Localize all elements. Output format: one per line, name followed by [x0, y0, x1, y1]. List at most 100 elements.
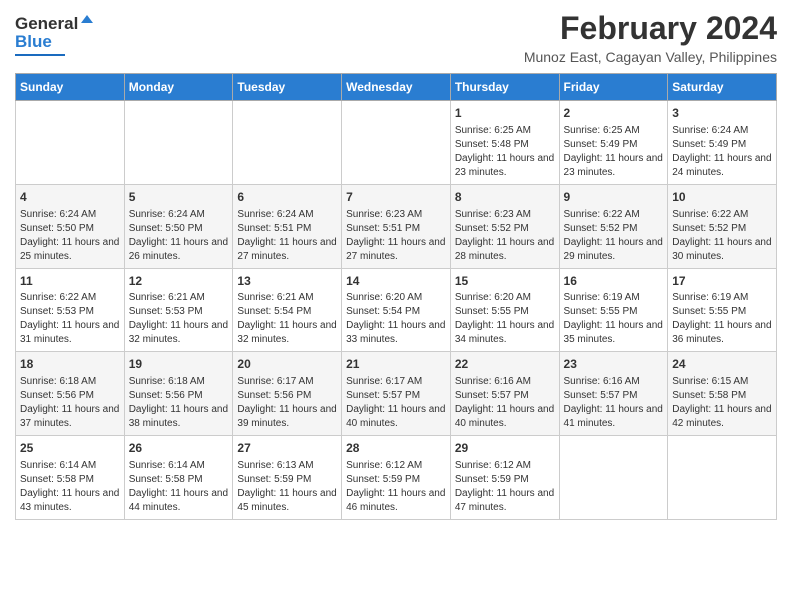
day-detail: Sunset: 5:49 PM: [672, 138, 772, 152]
calendar-week-3: 11Sunrise: 6:22 AMSunset: 5:53 PMDayligh…: [16, 268, 777, 352]
day-detail: Sunrise: 6:17 AM: [237, 375, 337, 389]
day-detail: Sunrise: 6:16 AM: [564, 375, 664, 389]
day-detail: Daylight: 11 hours and 34 minutes.: [455, 319, 555, 347]
calendar-cell: [668, 436, 777, 520]
day-number: 6: [237, 189, 337, 206]
day-detail: Sunset: 5:50 PM: [129, 222, 229, 236]
day-detail: Daylight: 11 hours and 31 minutes.: [20, 319, 120, 347]
day-detail: Daylight: 11 hours and 27 minutes.: [237, 236, 337, 264]
day-detail: Daylight: 11 hours and 30 minutes.: [672, 236, 772, 264]
day-detail: Sunset: 5:52 PM: [672, 222, 772, 236]
day-number: 4: [20, 189, 120, 206]
day-number: 18: [20, 356, 120, 373]
day-number: 2: [564, 105, 664, 122]
calendar-cell: 21 Sunrise: 6:17 AMSunset: 5:57 PMDayligh…: [342, 352, 451, 436]
day-number: 22: [455, 356, 555, 373]
calendar-cell: 4Sunrise: 6:24 AMSunset: 5:50 PMDaylight…: [16, 184, 125, 268]
day-detail: Sunrise: 6:17 AM: [346, 375, 446, 389]
day-detail: Daylight: 11 hours and 29 minutes.: [564, 236, 664, 264]
day-detail: Daylight: 11 hours and 47 minutes.: [455, 487, 555, 515]
day-detail: Daylight: 11 hours and 25 minutes.: [20, 236, 120, 264]
day-number: 21: [346, 356, 446, 373]
day-detail: Sunset: 5:54 PM: [237, 305, 337, 319]
calendar-cell: 10 Sunrise: 6:22 AMSunset: 5:52 PMDayligh…: [668, 184, 777, 268]
logo-general: General: [15, 14, 78, 34]
day-detail: Sunrise: 6:14 AM: [129, 459, 229, 473]
day-detail: Daylight: 11 hours and 35 minutes.: [564, 319, 664, 347]
calendar-cell: 2 Sunrise: 6:25 AMSunset: 5:49 PMDaylight…: [559, 101, 668, 185]
day-detail: Sunrise: 6:18 AM: [129, 375, 229, 389]
day-detail: Sunrise: 6:25 AM: [564, 124, 664, 138]
day-number: 8: [455, 189, 555, 206]
day-detail: Sunset: 5:58 PM: [672, 389, 772, 403]
day-detail: Daylight: 11 hours and 23 minutes.: [455, 152, 555, 180]
day-number: 12: [129, 273, 229, 290]
day-detail: Daylight: 11 hours and 38 minutes.: [129, 403, 229, 431]
day-detail: Sunrise: 6:24 AM: [672, 124, 772, 138]
day-number: 13: [237, 273, 337, 290]
day-detail: Sunset: 5:57 PM: [564, 389, 664, 403]
day-detail: Daylight: 11 hours and 40 minutes.: [455, 403, 555, 431]
day-detail: Daylight: 11 hours and 42 minutes.: [672, 403, 772, 431]
day-number: 14: [346, 273, 446, 290]
page-subtitle: Munoz East, Cagayan Valley, Philippines: [524, 49, 777, 65]
calendar-cell: 18Sunrise: 6:18 AMSunset: 5:56 PMDayligh…: [16, 352, 125, 436]
day-number: 20: [237, 356, 337, 373]
day-number: 10: [672, 189, 772, 206]
day-header-sunday: Sunday: [16, 74, 125, 101]
day-header-thursday: Thursday: [450, 74, 559, 101]
day-number: 24: [672, 356, 772, 373]
day-detail: Daylight: 11 hours and 32 minutes.: [237, 319, 337, 347]
day-number: 17: [672, 273, 772, 290]
day-number: 11: [20, 273, 120, 290]
day-detail: Sunrise: 6:18 AM: [20, 375, 120, 389]
day-detail: Daylight: 11 hours and 37 minutes.: [20, 403, 120, 431]
calendar-cell: 6Sunrise: 6:24 AMSunset: 5:51 PMDaylight…: [233, 184, 342, 268]
calendar-cell: 28Sunrise: 6:12 AMSunset: 5:59 PMDayligh…: [342, 436, 451, 520]
logo: General Blue: [15, 14, 95, 56]
day-detail: Sunset: 5:52 PM: [455, 222, 555, 236]
calendar-week-2: 4Sunrise: 6:24 AMSunset: 5:50 PMDaylight…: [16, 184, 777, 268]
day-detail: Sunset: 5:59 PM: [346, 473, 446, 487]
day-detail: Sunset: 5:49 PM: [564, 138, 664, 152]
day-detail: Sunrise: 6:22 AM: [672, 208, 772, 222]
calendar-cell: 24 Sunrise: 6:15 AMSunset: 5:58 PMDayligh…: [668, 352, 777, 436]
day-number: 29: [455, 440, 555, 457]
day-detail: Sunrise: 6:22 AM: [20, 291, 120, 305]
day-detail: Sunrise: 6:19 AM: [672, 291, 772, 305]
page-title: February 2024: [524, 10, 777, 47]
day-number: 1: [455, 105, 555, 122]
day-detail: Sunrise: 6:12 AM: [346, 459, 446, 473]
day-detail: Sunset: 5:57 PM: [346, 389, 446, 403]
day-detail: Sunset: 5:53 PM: [20, 305, 120, 319]
day-detail: Daylight: 11 hours and 41 minutes.: [564, 403, 664, 431]
day-header-saturday: Saturday: [668, 74, 777, 101]
day-detail: Sunrise: 6:21 AM: [237, 291, 337, 305]
day-detail: Daylight: 11 hours and 24 minutes.: [672, 152, 772, 180]
day-detail: Daylight: 11 hours and 26 minutes.: [129, 236, 229, 264]
calendar-cell: [233, 101, 342, 185]
day-detail: Sunset: 5:54 PM: [346, 305, 446, 319]
calendar-cell: 16Sunrise: 6:19 AMSunset: 5:55 PMDayligh…: [559, 268, 668, 352]
day-detail: Sunrise: 6:15 AM: [672, 375, 772, 389]
day-detail: Daylight: 11 hours and 32 minutes.: [129, 319, 229, 347]
day-detail: Sunset: 5:50 PM: [20, 222, 120, 236]
day-detail: Daylight: 11 hours and 23 minutes.: [564, 152, 664, 180]
day-detail: Daylight: 11 hours and 40 minutes.: [346, 403, 446, 431]
day-header-monday: Monday: [124, 74, 233, 101]
day-detail: Sunrise: 6:24 AM: [237, 208, 337, 222]
day-detail: Sunset: 5:51 PM: [346, 222, 446, 236]
calendar-cell: [124, 101, 233, 185]
calendar-cell: [16, 101, 125, 185]
calendar-cell: 3Sunrise: 6:24 AMSunset: 5:49 PMDaylight…: [668, 101, 777, 185]
calendar-cell: 13Sunrise: 6:21 AMSunset: 5:54 PMDayligh…: [233, 268, 342, 352]
day-number: 15: [455, 273, 555, 290]
calendar-week-1: 1Sunrise: 6:25 AMSunset: 5:48 PMDaylight…: [16, 101, 777, 185]
day-header-tuesday: Tuesday: [233, 74, 342, 101]
day-detail: Daylight: 11 hours and 46 minutes.: [346, 487, 446, 515]
day-number: 16: [564, 273, 664, 290]
calendar-table: SundayMondayTuesdayWednesdayThursdayFrid…: [15, 73, 777, 520]
day-number: 23: [564, 356, 664, 373]
calendar-cell: 12Sunrise: 6:21 AMSunset: 5:53 PMDayligh…: [124, 268, 233, 352]
day-number: 5: [129, 189, 229, 206]
